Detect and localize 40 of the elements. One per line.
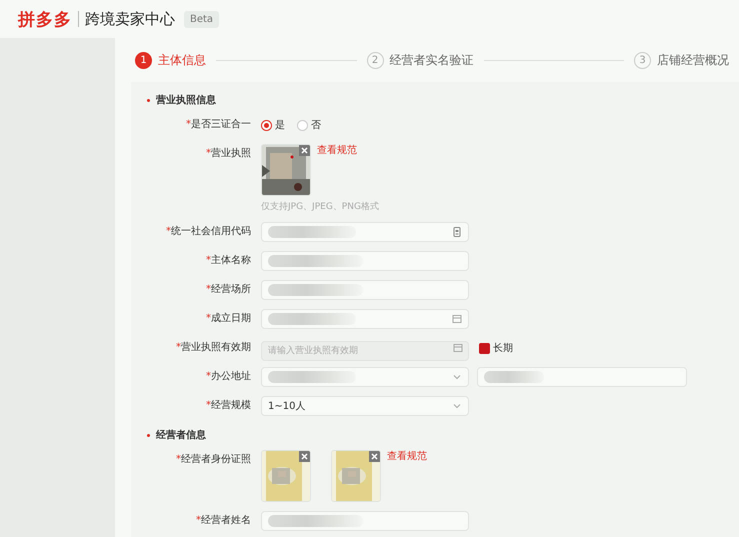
field-label: *营业执照 bbox=[205, 146, 251, 161]
input-field[interactable] bbox=[477, 367, 687, 387]
select-field[interactable]: 1~10人 bbox=[261, 396, 469, 416]
field-label: *主体名称 bbox=[205, 254, 251, 268]
step: 1 主体信息 bbox=[135, 52, 206, 68]
field-label: *营业执照有效期 bbox=[175, 340, 251, 355]
step: 2 经营者实名验证 bbox=[366, 52, 474, 68]
radio-option[interactable]: 否 bbox=[297, 118, 321, 132]
id-card-icon bbox=[452, 227, 462, 237]
field-label: *经营者姓名 bbox=[195, 514, 251, 528]
close-icon[interactable] bbox=[369, 451, 380, 462]
calendar-icon bbox=[453, 343, 463, 353]
input-field[interactable] bbox=[261, 511, 469, 531]
section-title: 营业执照信息 bbox=[156, 94, 216, 107]
field-label: *成立日期 bbox=[205, 312, 251, 326]
close-icon[interactable] bbox=[299, 451, 310, 462]
chevron-down-icon bbox=[452, 401, 462, 411]
field-label: *统一社会信用代码 bbox=[165, 224, 251, 239]
calendar-icon bbox=[452, 314, 462, 324]
step: 3 店铺经营概况 bbox=[634, 52, 729, 68]
site-title: 跨境卖家中心 bbox=[85, 10, 175, 28]
field-label: *经营者身份证照 bbox=[175, 452, 251, 467]
close-icon[interactable] bbox=[299, 145, 310, 156]
input-field[interactable] bbox=[261, 280, 469, 300]
view-guidelines-link[interactable]: 查看规范 bbox=[387, 450, 427, 464]
field-label: *经营规模 bbox=[205, 398, 251, 413]
view-guidelines-link[interactable]: 查看规范 bbox=[317, 144, 357, 158]
chevron-down-icon bbox=[452, 372, 462, 382]
select-field[interactable] bbox=[261, 367, 469, 387]
field-label: *是否三证合一 bbox=[185, 118, 251, 132]
input-field[interactable] bbox=[261, 251, 469, 271]
input-field[interactable] bbox=[261, 222, 469, 242]
date-field[interactable] bbox=[261, 309, 469, 329]
radio-option[interactable]: 是 bbox=[261, 118, 285, 132]
beta-badge: Beta bbox=[184, 10, 220, 28]
field-label: *经营场所 bbox=[205, 282, 251, 297]
format-hint: 仅支持JPG、JPEG、PNG格式 bbox=[261, 200, 379, 213]
field-label: *办公地址 bbox=[205, 370, 251, 384]
section-title: 经营者信息 bbox=[156, 428, 206, 442]
logo[interactable]: 拼多多 bbox=[18, 8, 72, 30]
